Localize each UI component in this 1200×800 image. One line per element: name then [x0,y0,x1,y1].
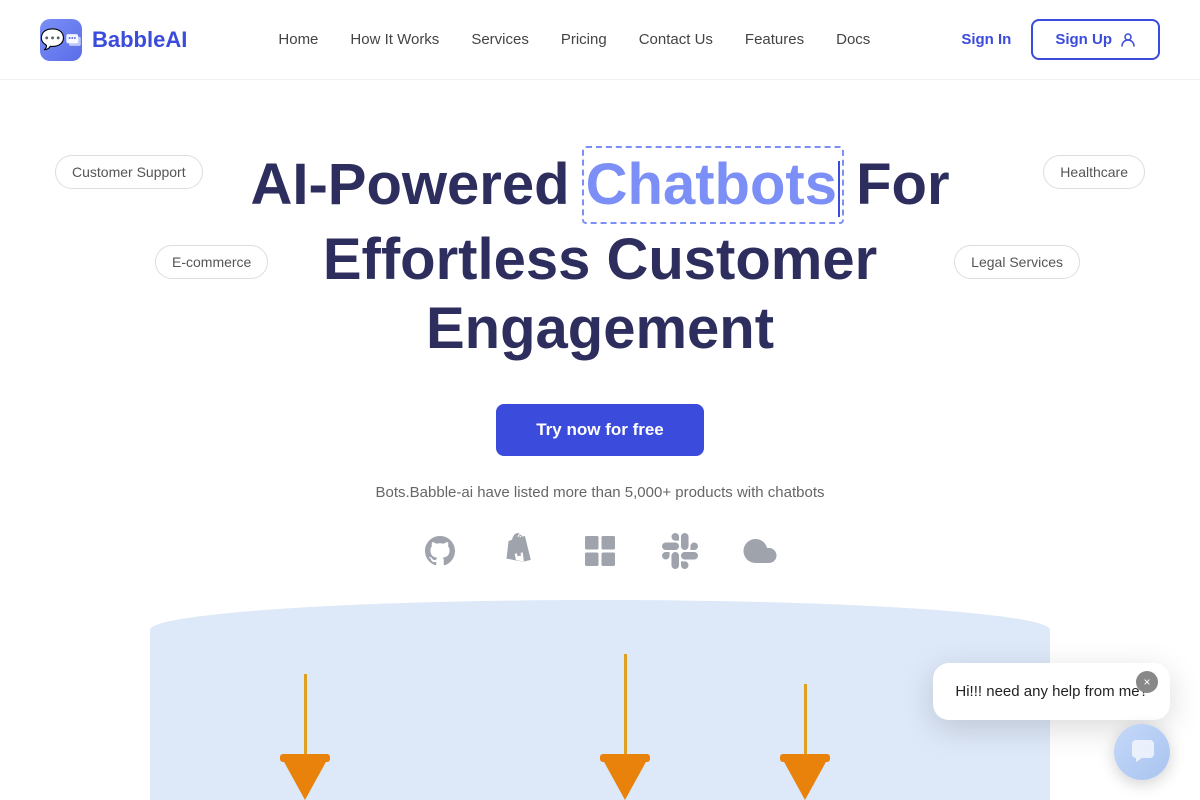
brand-name: BabbleAI [92,27,187,53]
lamp-shade-left [283,760,327,800]
chat-popup: × Hi!!! need any help from me? [933,663,1170,720]
hero-cta-button[interactable]: Try now for free [496,404,704,456]
hero-subtitle: Effortless Customer Engagement [250,225,950,364]
chat-fab-button[interactable] [1114,724,1170,780]
lamp-cord-center [624,654,627,754]
tag-healthcare: Healthcare [1043,155,1145,189]
user-icon [1120,32,1136,48]
tag-customer-support: Customer Support [55,155,203,189]
tag-ecommerce: E-commerce [155,245,268,279]
hero-section: Customer Support E-commerce Healthcare L… [0,80,1200,603]
logo-icon [40,19,82,61]
navbar: BabbleAI Home How It Works Services Pric… [0,0,1200,80]
nav-contact-us[interactable]: Contact Us [639,31,713,48]
text-cursor [838,161,840,217]
nav-actions: Sign In Sign Up [961,19,1160,60]
hero-headline: AI-Powered Chatbots For [250,150,949,220]
shopify-icon [498,529,542,573]
sign-up-button[interactable]: Sign Up [1031,19,1160,60]
nav-services[interactable]: Services [471,31,529,48]
nav-links: Home How It Works Services Pricing Conta… [278,31,870,48]
lamp-center [600,654,650,800]
github-icon [418,529,462,573]
nav-how-it-works[interactable]: How It Works [350,31,439,48]
lamp-right [780,684,830,800]
lamp-cord-left [304,674,307,754]
headline-selection-box: Chatbots [586,150,840,220]
slack-icon [658,529,702,573]
sign-in-link[interactable]: Sign In [961,31,1011,48]
lamp-left [280,674,330,800]
logo[interactable]: BabbleAI [40,19,187,61]
nav-features[interactable]: Features [745,31,804,48]
cloud-icon [738,529,782,573]
chat-popup-message: Hi!!! need any help from me? [955,681,1148,702]
lamp-shade-center [603,760,647,800]
hero-stat-text: Bots.Babble-ai have listed more than 5,0… [375,484,824,501]
nav-pricing[interactable]: Pricing [561,31,607,48]
lamp-shade-right [783,760,827,800]
lamp-cord-right [804,684,807,754]
chat-fab-icon [1128,738,1156,766]
nav-docs[interactable]: Docs [836,31,870,48]
chat-popup-close-button[interactable]: × [1136,671,1158,693]
integrations-row [418,529,782,573]
windows-icon [578,529,622,573]
tag-legal-services: Legal Services [954,245,1080,279]
nav-home[interactable]: Home [278,31,318,48]
